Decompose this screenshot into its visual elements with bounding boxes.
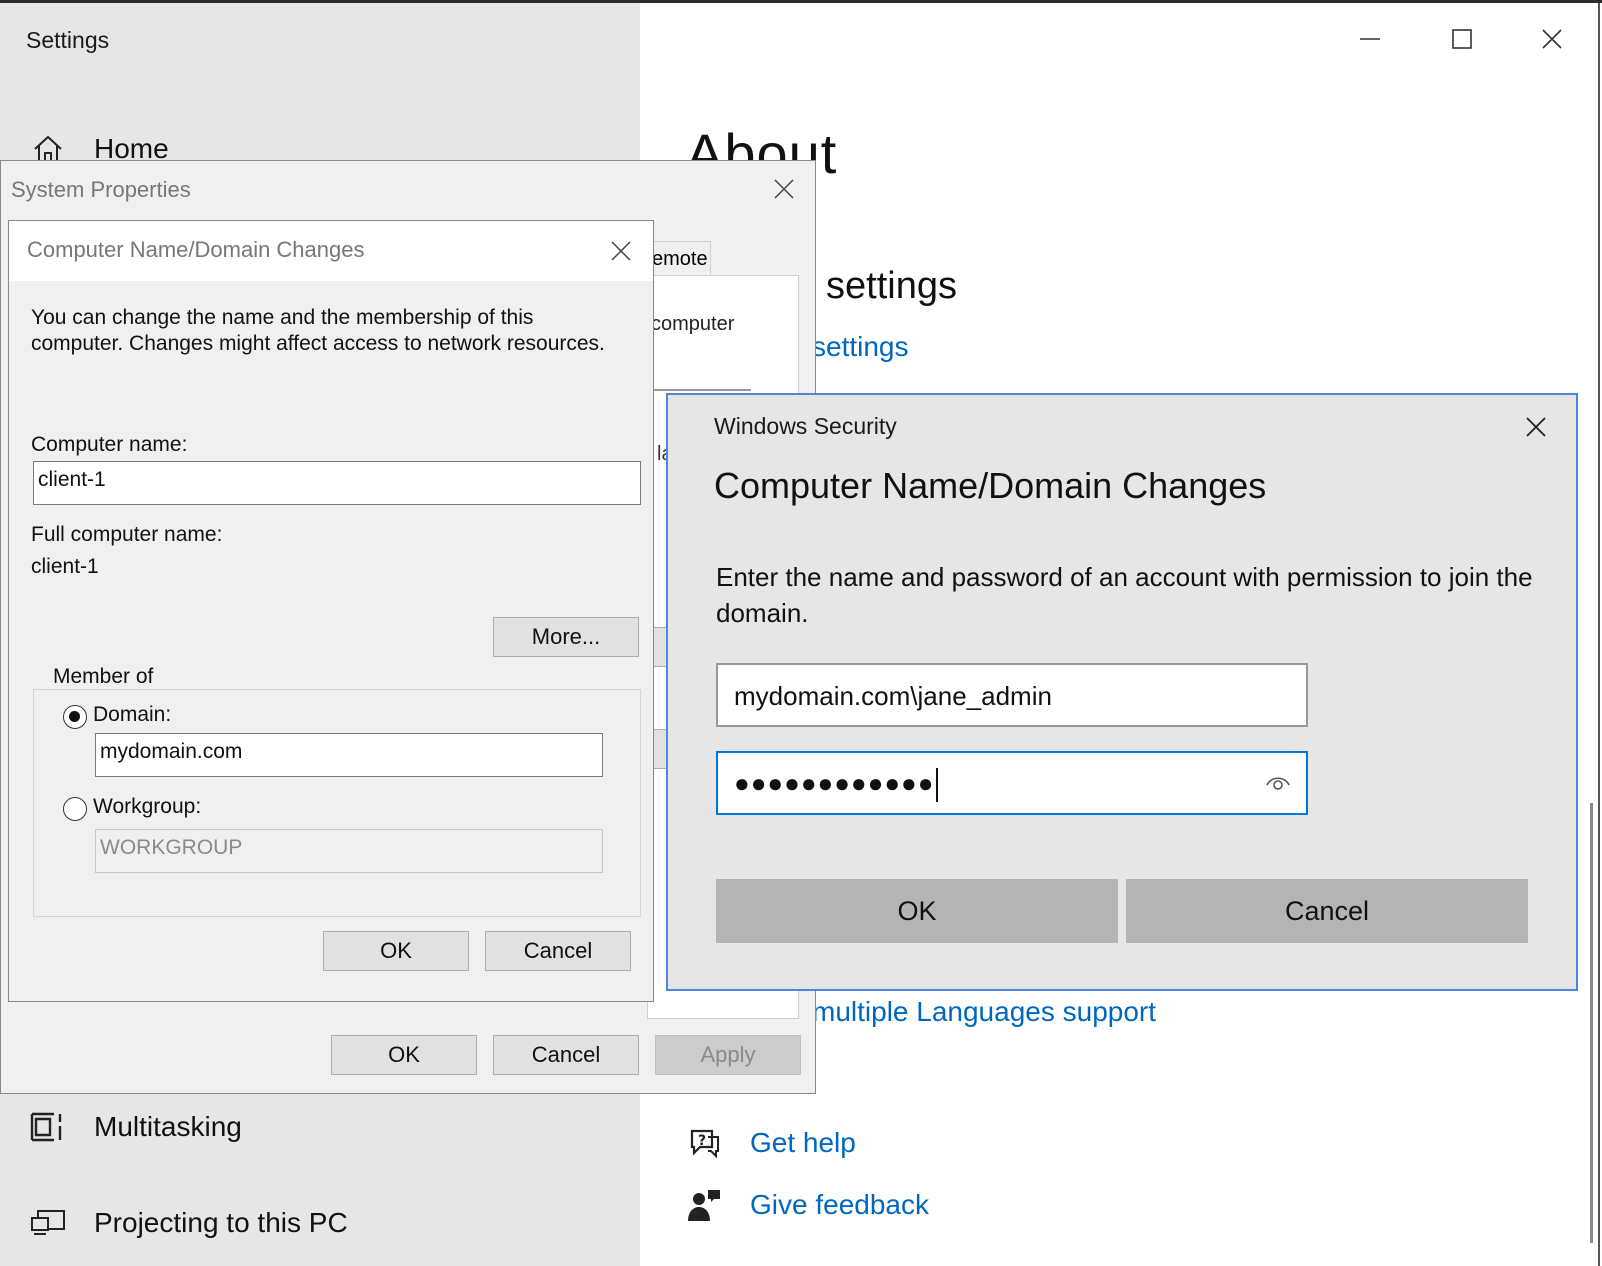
window-border	[1598, 3, 1600, 1266]
panel-text: computer	[651, 313, 735, 335]
close-icon	[611, 241, 631, 261]
minimize-button[interactable]	[1340, 17, 1400, 61]
sidebar-item-multitasking[interactable]: Multitasking	[28, 1109, 242, 1145]
get-help-label: Get help	[750, 1127, 856, 1158]
member-of-label: Member of	[49, 665, 158, 689]
svg-text:?: ?	[698, 1133, 706, 1149]
domain-radio-label[interactable]: Domain:	[93, 703, 171, 727]
dialog-close-button[interactable]	[599, 231, 643, 271]
settings-window-title: Settings	[26, 27, 110, 53]
multitasking-icon	[28, 1109, 68, 1145]
windows-security-close-button[interactable]	[1514, 405, 1558, 449]
get-help-icon: ?	[686, 1125, 722, 1161]
maximize-button[interactable]	[1432, 17, 1492, 61]
give-feedback-icon	[686, 1187, 722, 1223]
get-help-link[interactable]: ? Get help	[686, 1125, 856, 1161]
panel-divider	[651, 389, 751, 391]
windows-security-cancel-button[interactable]: Cancel	[1126, 879, 1528, 943]
full-computer-name-value: client-1	[31, 555, 99, 578]
text-caret	[936, 768, 939, 803]
full-computer-name-label: Full computer name:	[31, 523, 223, 546]
windows-security-ok-button[interactable]: OK	[716, 879, 1118, 943]
workgroup-radio[interactable]	[63, 797, 87, 821]
credential-heading: Computer Name/Domain Changes	[714, 465, 1267, 506]
give-feedback-link[interactable]: Give feedback	[686, 1187, 929, 1223]
domain-input[interactable]: mydomain.com	[95, 733, 603, 777]
more-button[interactable]: More...	[493, 617, 639, 657]
eye-icon	[1266, 777, 1290, 790]
system-properties-cancel-button[interactable]: Cancel	[493, 1035, 639, 1075]
workgroup-radio-label[interactable]: Workgroup:	[93, 795, 201, 819]
windows-security-title: Windows Security	[714, 413, 897, 439]
system-properties-close-button[interactable]	[761, 169, 807, 209]
password-input[interactable]: ●●●●●●●●●●●●	[716, 751, 1308, 815]
minimize-icon	[1360, 38, 1380, 40]
workgroup-input[interactable]: WORKGROUP	[95, 829, 603, 873]
windows-security-dialog: Windows Security Computer Name/Domain Ch…	[666, 393, 1578, 991]
password-masked-value: ●●●●●●●●●●●●	[734, 768, 935, 798]
dialog-description: You can change the name and the membersh…	[31, 306, 605, 355]
section-heading: settings	[826, 265, 957, 307]
projecting-icon	[28, 1205, 68, 1241]
close-icon	[774, 179, 794, 199]
system-properties-ok-button[interactable]: OK	[331, 1035, 477, 1075]
system-properties-title: System Properties	[11, 177, 191, 202]
dialog-cancel-button[interactable]: Cancel	[485, 931, 631, 971]
give-feedback-label: Give feedback	[750, 1189, 929, 1220]
computer-name-input[interactable]: client-1	[33, 461, 641, 505]
settings-link[interactable]: settings	[812, 331, 909, 363]
dialog-title: Computer Name/Domain Changes	[27, 237, 365, 262]
computer-name-label: Computer name:	[31, 433, 188, 456]
sidebar-item-projecting[interactable]: Projecting to this PC	[28, 1205, 348, 1241]
dialog-ok-button[interactable]: OK	[323, 931, 469, 971]
languages-support-link[interactable]: multiple Languages support	[812, 996, 1156, 1028]
sidebar-item-label: Projecting to this PC	[94, 1207, 348, 1238]
sidebar-item-label: Multitasking	[94, 1111, 242, 1142]
tab-remote[interactable]: emote	[647, 241, 711, 275]
credential-message: Enter the name and password of an accoun…	[716, 562, 1533, 628]
system-properties-apply-button[interactable]: Apply	[655, 1035, 801, 1075]
reveal-password-button[interactable]	[1264, 769, 1292, 797]
settings-scrollbar[interactable]	[1590, 803, 1593, 1243]
close-button[interactable]	[1522, 17, 1582, 61]
maximize-icon	[1452, 29, 1472, 49]
close-icon	[1526, 417, 1546, 437]
username-input[interactable]: mydomain.com\jane_admin	[716, 663, 1308, 727]
close-icon	[1542, 29, 1562, 49]
domain-radio[interactable]	[63, 705, 87, 729]
computer-name-dialog: Computer Name/Domain Changes You can cha…	[8, 220, 654, 1002]
